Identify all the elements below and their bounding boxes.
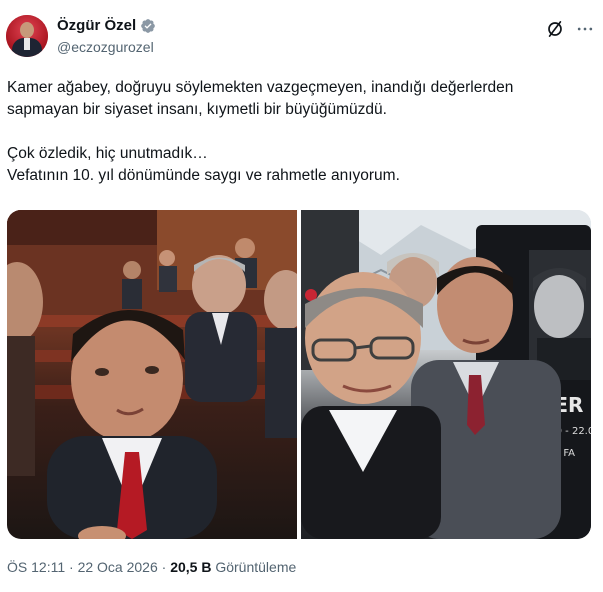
tweet-text-line: Çok özledik, hiç unutmadık…	[7, 145, 208, 162]
tweet-meta: ÖS 12:11 · 22 Oca 2026 · 20,5 B Görüntül…	[7, 559, 296, 575]
tweet-time[interactable]: ÖS 12:11	[7, 559, 65, 575]
tweet-text: Kamer ağabey, doğruyu söylemekten vazgeç…	[7, 77, 597, 187]
meta-separator: ·	[161, 559, 167, 575]
photo-graveside[interactable]: AMER G 2.1940 - 22.0 HUNA FA	[301, 210, 591, 539]
avatar-shirt	[24, 38, 30, 50]
views-label: Görüntüleme	[215, 559, 297, 575]
tweet-card: Özgür Özel @eczozgurozel Kamer ağabey, d…	[0, 0, 603, 592]
media-grid: AMER G 2.1940 - 22.0 HUNA FA	[7, 210, 591, 539]
verified-badge-icon	[141, 18, 156, 33]
more-options-icon[interactable]	[575, 19, 595, 39]
tweet-date[interactable]: 22 Oca 2026	[78, 559, 158, 575]
avatar-head	[20, 22, 34, 38]
meta-separator: ·	[69, 559, 74, 575]
author-handle[interactable]: @eczozgurozel	[57, 39, 154, 55]
avatar[interactable]	[6, 15, 48, 57]
grok-icon[interactable]	[545, 19, 565, 39]
tweet-text-line: Kamer ağabey, doğruyu söylemekten vazgeç…	[7, 79, 514, 96]
tweet-text-line: Vefatının 10. yıl dönümünde saygı ve rah…	[7, 167, 400, 184]
views-count: 20,5 B	[170, 559, 212, 575]
photo-parliament-illustration	[7, 210, 297, 539]
tweet-text-line: sapmayan bir siyaset insanı, kıymetli bi…	[7, 101, 387, 118]
author-name-row[interactable]: Özgür Özel	[57, 17, 156, 34]
photo-graveside-illustration: AMER G 2.1940 - 22.0 HUNA FA	[301, 210, 591, 539]
photo-parliament[interactable]	[7, 210, 297, 539]
author-display-name[interactable]: Özgür Özel	[57, 17, 136, 34]
